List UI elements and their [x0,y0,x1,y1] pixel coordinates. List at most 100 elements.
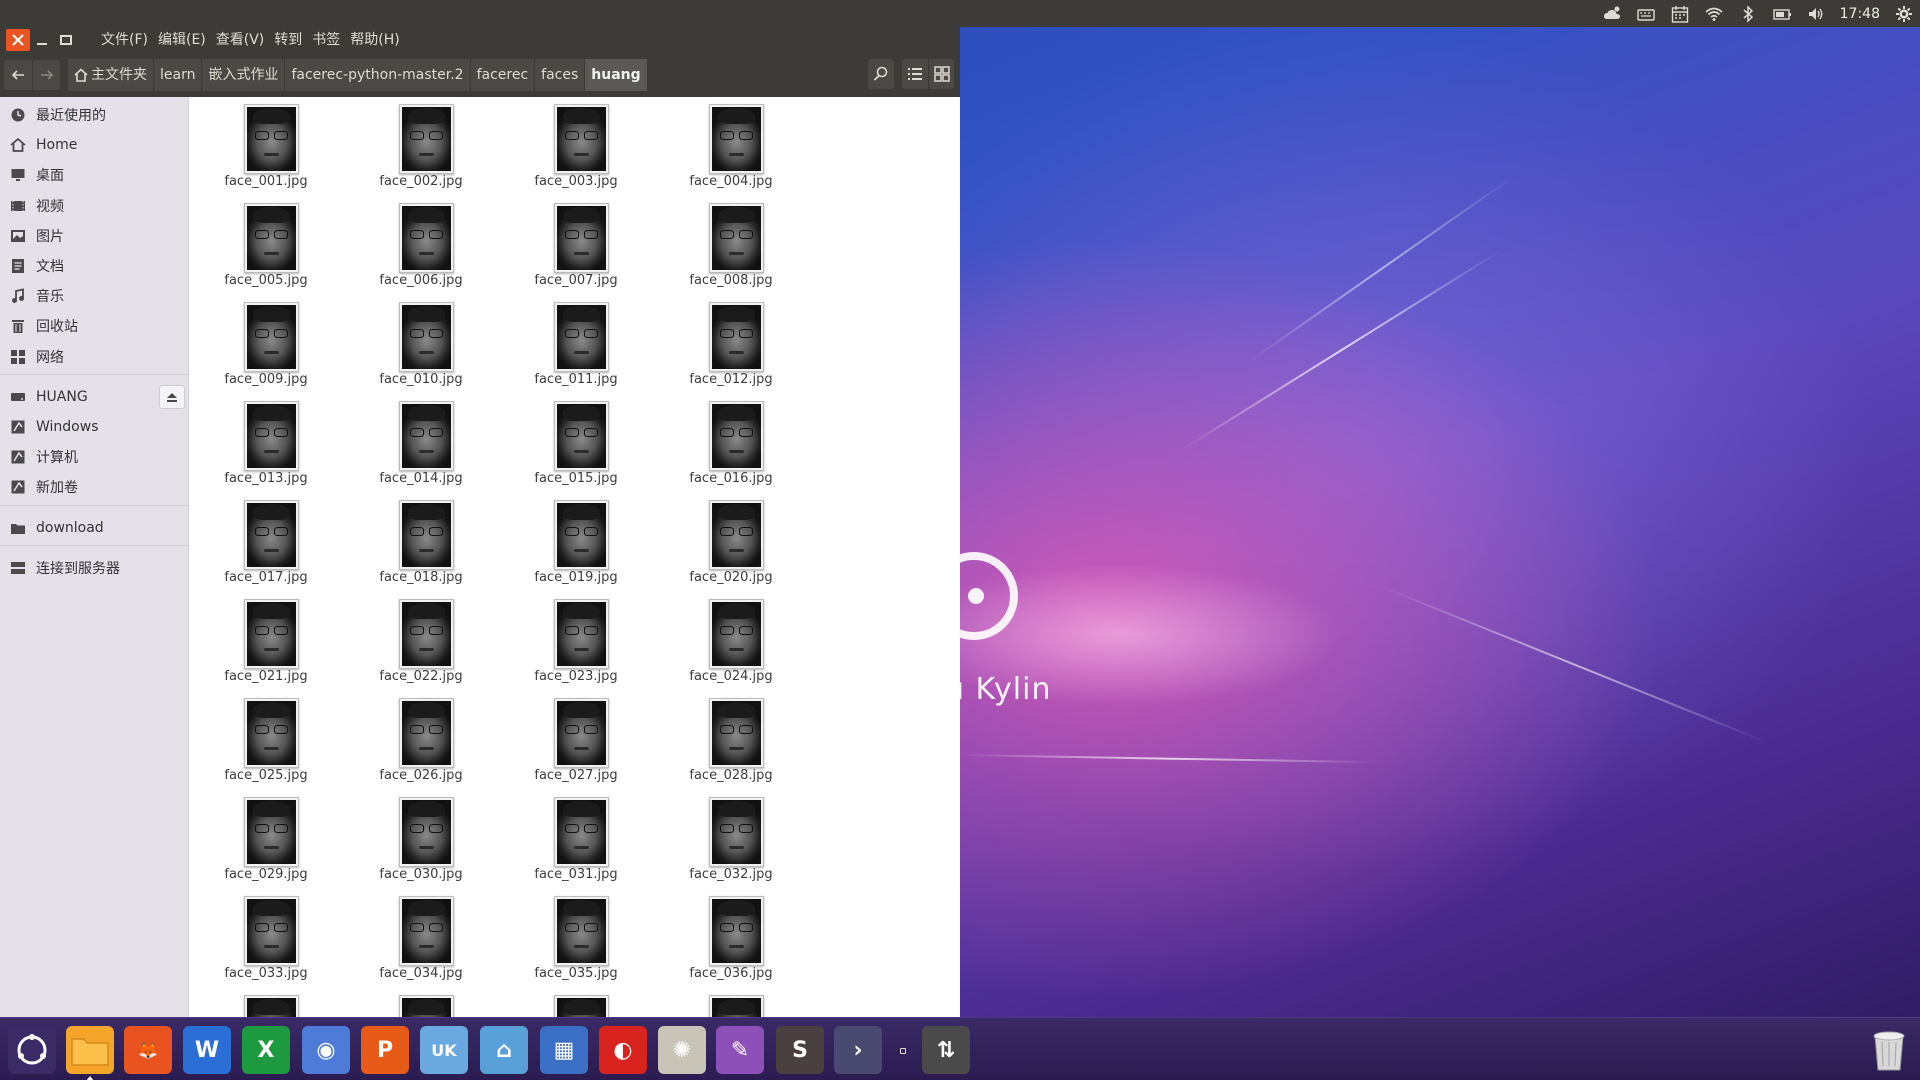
file-item[interactable]: face_030.jpg [361,791,481,887]
menu-item[interactable]: 书签 [307,27,345,53]
wps-writer-icon[interactable]: W [183,1026,231,1074]
eject-button[interactable] [159,384,185,409]
file-item[interactable]: face_011.jpg [516,296,636,392]
file-item[interactable]: face_004.jpg [671,98,791,194]
file-item[interactable]: face_021.jpg [206,593,326,689]
sublime-text-icon[interactable]: S [776,1026,824,1074]
file-item[interactable]: face_031.jpg [516,791,636,887]
sidebar-item[interactable]: 最近使用的 [0,101,189,129]
file-item[interactable]: face_034.jpg [361,890,481,986]
volume-icon[interactable] [1806,4,1826,24]
breadcrumb-item[interactable]: facerec [470,59,536,91]
file-item[interactable]: face_002.jpg [361,98,481,194]
weather-icon[interactable] [1602,4,1622,24]
list-view-button[interactable] [902,59,928,89]
sidebar-item[interactable]: 文档 [0,252,189,280]
calendar-icon[interactable] [1670,4,1690,24]
sidebar-item[interactable]: download [0,514,189,542]
keyboard-icon[interactable] [1636,4,1656,24]
file-item[interactable]: face_014.jpg [361,395,481,491]
compass-icon[interactable]: ✺ [658,1026,706,1074]
chromium-icon[interactable]: ◉ [302,1026,350,1074]
file-item[interactable]: face_001.jpg [206,98,326,194]
sidebar-item[interactable]: 图片 [0,222,189,250]
trash-icon[interactable] [1866,1026,1912,1074]
breadcrumb-item[interactable]: huang [585,59,648,91]
file-name: face_036.jpg [689,966,773,981]
file-item[interactable]: face_005.jpg [206,197,326,293]
file-item[interactable]: face_029.jpg [206,791,326,887]
file-item[interactable]: face_020.jpg [671,494,791,590]
file-item[interactable]: face_015.jpg [516,395,636,491]
ubuntu-kylin-software-center-icon[interactable]: UK [420,1026,468,1074]
text-editor-icon[interactable]: ✎ [716,1026,764,1074]
file-item[interactable]: face_010.jpg [361,296,481,392]
settings-gear-icon[interactable] [1894,4,1914,24]
sidebar-item[interactable]: 桌面 [0,161,189,189]
breadcrumb-item[interactable]: 嵌入式作业 [202,59,286,91]
clock[interactable]: 17:48 [1840,6,1880,22]
menu-item[interactable]: 查看(V) [211,27,270,53]
file-item[interactable]: face_008.jpg [671,197,791,293]
file-item[interactable]: face_013.jpg [206,395,326,491]
file-item[interactable]: face_026.jpg [361,692,481,788]
sidebar-item[interactable]: 视频 [0,192,189,220]
breadcrumb-item[interactable]: learn [154,59,203,91]
menu-item[interactable]: 转到 [269,27,307,53]
sidebar-item[interactable]: 回收站 [0,312,189,340]
files-folder-icon[interactable] [66,1026,114,1074]
breadcrumb-item[interactable]: faces [535,59,586,91]
file-item[interactable]: face_018.jpg [361,494,481,590]
search-button[interactable] [868,59,894,89]
sidebar-item[interactable]: Home [0,131,189,159]
menu-item[interactable]: 帮助(H) [345,27,404,53]
file-item[interactable]: face_033.jpg [206,890,326,986]
file-item[interactable]: face_009.jpg [206,296,326,392]
sidebar-item[interactable]: 计算机 [0,443,189,471]
file-item[interactable]: face_027.jpg [516,692,636,788]
sidebar-item[interactable]: 网络 [0,343,189,371]
minimize-button[interactable] [30,29,54,51]
file-item[interactable]: face_023.jpg [516,593,636,689]
sidebar-item[interactable]: 新加卷 [0,473,189,501]
file-item[interactable]: face_019.jpg [516,494,636,590]
file-item[interactable]: face_017.jpg [206,494,326,590]
battery-icon[interactable] [1772,4,1792,24]
grid-view-button[interactable] [928,59,954,89]
file-item[interactable]: face_016.jpg [671,395,791,491]
sidebar-item[interactable]: 连接到服务器 [0,554,189,582]
sidebar-item[interactable]: 音乐 [0,282,189,310]
wifi-icon[interactable] [1704,4,1724,24]
breadcrumb-item[interactable]: 主文件夹 [68,59,154,91]
usb-drive-icon[interactable]: ⇅ [922,1026,970,1074]
scanner-icon[interactable]: ⌂ [480,1026,528,1074]
file-item[interactable]: face_036.jpg [671,890,791,986]
menu-item[interactable]: 编辑(E) [153,27,211,53]
file-item[interactable]: face_022.jpg [361,593,481,689]
netease-music-icon[interactable]: ◐ [599,1026,647,1074]
file-item[interactable]: face_024.jpg [671,593,791,689]
file-item[interactable]: face_012.jpg [671,296,791,392]
kylin-start-icon[interactable] [8,1026,56,1074]
file-item[interactable]: face_006.jpg [361,197,481,293]
wps-spreadsheet-icon[interactable]: X [242,1026,290,1074]
file-item[interactable]: face_025.jpg [206,692,326,788]
file-item[interactable]: face_007.jpg [516,197,636,293]
wps-presentation-icon[interactable]: P [361,1026,409,1074]
bluetooth-icon[interactable] [1738,4,1758,24]
file-item[interactable]: face_032.jpg [671,791,791,887]
file-item[interactable]: face_003.jpg [516,98,636,194]
file-item[interactable]: face_035.jpg [516,890,636,986]
close-button[interactable] [6,29,30,51]
workspace-switcher-icon[interactable]: ▦ [540,1026,588,1074]
file-item[interactable]: face_028.jpg [671,692,791,788]
firefox-icon[interactable]: 🦊 [124,1026,172,1074]
forward-button[interactable] [32,60,60,90]
sidebar-item[interactable]: Windows [0,413,189,441]
back-button[interactable] [4,60,32,90]
maximize-button[interactable] [54,29,78,51]
visual-studio-code-icon[interactable]: › [834,1026,882,1074]
menu-item[interactable]: 文件(F) [96,27,153,53]
breadcrumb-item[interactable]: facerec-python-master.2 [285,59,471,91]
sidebar-item[interactable]: HUANG [0,383,189,411]
